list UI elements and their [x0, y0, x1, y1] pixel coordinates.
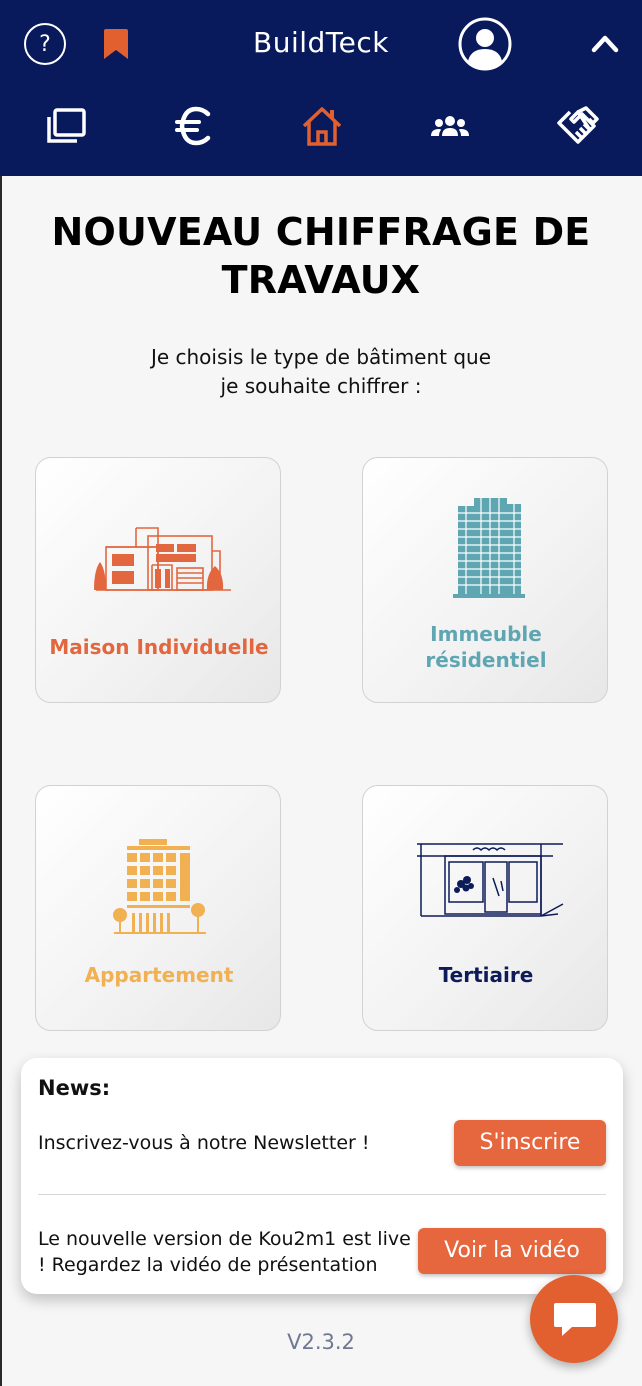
user-avatar-icon[interactable] — [458, 17, 512, 71]
euro-icon[interactable] — [172, 104, 216, 148]
video-text-line2: ! Regardez la vidéo de présentation — [38, 1254, 378, 1276]
video-text: Le nouvelle version de Kou2m1 est live !… — [38, 1226, 411, 1278]
news-panel: News: Inscrivez-vous à notre Newsletter … — [21, 1058, 623, 1294]
building-card-label: Immeuble résidentiel — [363, 621, 609, 673]
app-title: BuildTeck — [253, 26, 389, 59]
building-card-tertiaire[interactable]: Tertiaire — [362, 785, 608, 1031]
page-title: NOUVEAU CHIFFRAGE DE TRAVAUX — [0, 208, 642, 304]
handshake-icon[interactable] — [556, 104, 600, 148]
bookmark-icon[interactable] — [103, 28, 129, 60]
apartment-building-icon — [113, 839, 206, 934]
building-card-label-line2: résidentiel — [425, 648, 547, 672]
help-icon[interactable]: ? — [24, 23, 66, 65]
watch-video-button[interactable]: Voir la vidéo — [418, 1228, 606, 1274]
building-card-label: Tertiaire — [438, 963, 534, 987]
page-subtitle: Je choisis le type de bâtiment que je so… — [0, 343, 642, 401]
chat-button[interactable] — [530, 1275, 618, 1363]
building-card-label-line1: Immeuble — [430, 622, 542, 646]
folders-icon[interactable] — [45, 104, 89, 148]
help-label: ? — [39, 31, 51, 57]
house-icon — [94, 527, 231, 591]
page-title-line2: TRAVAUX — [221, 258, 421, 302]
chat-icon — [554, 1303, 596, 1336]
users-icon[interactable] — [428, 104, 472, 148]
chevron-up-icon[interactable] — [591, 32, 619, 54]
subscribe-button[interactable]: S'inscrire — [454, 1120, 606, 1166]
page-subtitle-line2: je souhaite chiffrer : — [220, 374, 422, 398]
news-heading: News: — [38, 1076, 111, 1100]
page-subtitle-line1: Je choisis le type de bâtiment que — [150, 345, 492, 369]
building-card-appartement[interactable]: Appartement — [35, 785, 281, 1031]
video-text-line1: Le nouvelle version de Kou2m1 est live — [38, 1228, 411, 1250]
page-title-line1: NOUVEAU CHIFFRAGE DE — [51, 210, 591, 254]
news-divider — [38, 1194, 606, 1195]
building-card-label: Appartement — [84, 963, 234, 987]
storefront-icon — [417, 843, 564, 917]
home-icon[interactable] — [300, 104, 344, 148]
top-bar: ? BuildTeck — [0, 0, 642, 176]
building-card-label: Maison Individuelle — [49, 635, 269, 659]
building-card-immeuble-residentiel[interactable]: Immeuble résidentiel — [362, 457, 608, 703]
building-card-maison-individuelle[interactable]: Maison Individuelle — [35, 457, 281, 703]
newsletter-text: Inscrivez-vous à notre Newsletter ! — [38, 1132, 370, 1154]
